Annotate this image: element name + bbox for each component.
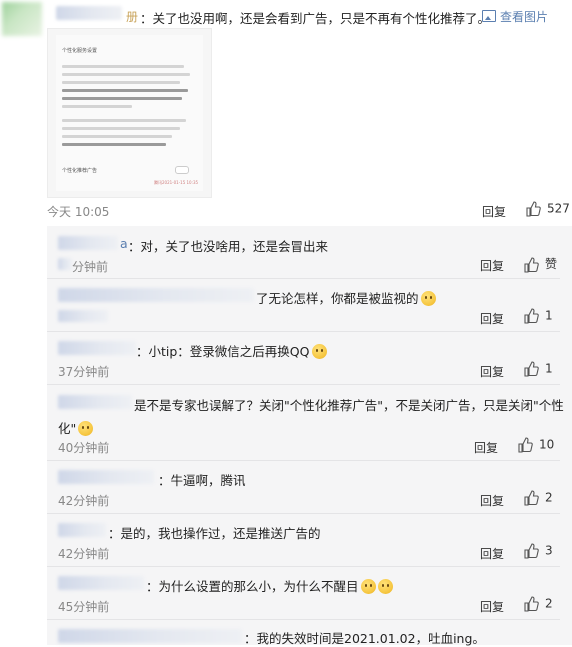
reply-text: ：我的失效时间是2021.01.02，吐血ing。: [244, 631, 485, 646]
smirk-emoji-icon: [420, 291, 436, 306]
like-count: 2: [545, 596, 553, 611]
like-count: 3: [545, 543, 553, 558]
image-icon: [482, 10, 496, 22]
divider: [47, 619, 560, 620]
reply-username-blurred[interactable]: [58, 629, 242, 643]
reply-text: 了无论怎样，你都是被监视的: [256, 288, 436, 307]
reply-time: 分钟前: [72, 260, 109, 274]
reply-button[interactable]: 回复: [480, 492, 504, 509]
like-count: 1: [545, 308, 553, 323]
like-button[interactable]: 2: [523, 596, 553, 612]
like-count: 2: [545, 490, 553, 505]
thumbs-up-icon: [524, 543, 539, 559]
reply-button[interactable]: 回复: [480, 257, 504, 274]
avatar[interactable]: [2, 2, 42, 36]
thumbs-up-icon: [518, 437, 533, 453]
screenshot-title: 个性化服务设置: [62, 48, 98, 54]
reply-time-blurred: [58, 258, 72, 270]
like-button[interactable]: 赞: [523, 255, 557, 273]
thumbs-up-icon: [524, 490, 539, 506]
reply-username-blurred[interactable]: [58, 341, 136, 355]
reply-time: 42分钟前: [58, 547, 110, 561]
reply-username-blurred[interactable]: [58, 523, 106, 537]
reply-time: 42分钟前: [58, 494, 110, 508]
reply-time: 37分钟前: [58, 365, 110, 379]
like-button[interactable]: 527: [525, 201, 570, 217]
like-count: 527: [547, 201, 570, 216]
like-button[interactable]: 1: [523, 308, 553, 324]
username-suffix[interactable]: 册: [126, 8, 138, 25]
divider: [47, 331, 560, 332]
username-blurred[interactable]: [56, 6, 122, 20]
reply-text: ：为什么设置的那么小，为什么不醒目: [146, 576, 393, 595]
reply-time: 45分钟前: [58, 600, 110, 614]
thumbs-up-icon: [524, 256, 539, 273]
view-image-label: 查看图片: [500, 10, 549, 24]
like-button[interactable]: 1: [523, 361, 553, 377]
view-image-link[interactable]: 查看图片: [482, 8, 548, 25]
comment-time: 今天 10:05: [47, 205, 110, 219]
comment-text: ：关了也没用啊，还是会看到广告，只是不再有个性化推荐了。: [140, 11, 491, 26]
settings-screenshot: 个性化服务设置 个性化推荐广告 腾讯2021-01-15 10:35: [56, 35, 203, 191]
like-count: 赞: [545, 257, 558, 271]
like-button[interactable]: 10: [517, 437, 554, 453]
reply-username-blurred[interactable]: [58, 288, 254, 302]
laughing-emoji-icon: [78, 421, 94, 436]
divider: [47, 384, 560, 385]
question-emoji-icon: [377, 579, 393, 594]
reply-username-blurred[interactable]: [58, 470, 154, 484]
like-count: 10: [539, 437, 555, 452]
screenshot-toggle: [175, 166, 189, 174]
reply-text: 是不是专家也误解了？关闭"个性化推荐广告"，不是关闭广告，只是关闭"个性: [134, 398, 564, 413]
divider: [47, 278, 560, 279]
thumbs-up-icon: [524, 308, 539, 324]
thumbs-up-icon: [524, 596, 539, 612]
smirk-emoji-icon: [311, 344, 327, 359]
screenshot-stamp: 腾讯2021-01-15 10:35: [154, 180, 199, 185]
reply-button[interactable]: 回复: [480, 545, 504, 562]
reply-time: 40分钟前: [58, 441, 110, 455]
like-count: 1: [545, 361, 553, 376]
reply-text: ：对，关了也没啥用，还是会冒出来: [128, 239, 329, 254]
like-button[interactable]: 2: [523, 490, 553, 506]
screenshot-toggle-label: 个性化推荐广告: [62, 168, 98, 174]
question-emoji-icon: [360, 579, 376, 594]
comment-image[interactable]: 个性化服务设置 个性化推荐广告 腾讯2021-01-15 10:35: [47, 28, 212, 198]
reply-button[interactable]: 回复: [482, 203, 506, 220]
reply-username-blurred[interactable]: [58, 395, 132, 409]
reply-text-line2: 化": [58, 418, 94, 437]
reply-username-blurred[interactable]: [58, 236, 118, 250]
like-button[interactable]: 3: [523, 543, 553, 559]
reply-text: ：小tip：登录微信之后再换QQ: [136, 341, 327, 360]
thumbs-up-icon: [526, 201, 541, 217]
divider: [47, 566, 560, 567]
reply-button[interactable]: 回复: [474, 439, 498, 456]
reply-username-suffix[interactable]: a: [120, 236, 128, 251]
divider: [47, 513, 560, 514]
divider: [47, 460, 560, 461]
reply-time-blurred: [58, 310, 108, 322]
reply-button[interactable]: 回复: [480, 363, 504, 380]
reply-text: ：是的，我也操作过，还是推送广告的: [108, 526, 321, 541]
thumbs-up-icon: [524, 361, 539, 377]
reply-text: ：牛逼啊，腾讯: [158, 473, 246, 488]
reply-button[interactable]: 回复: [480, 310, 504, 327]
reply-username-blurred[interactable]: [58, 576, 144, 590]
reply-button[interactable]: 回复: [480, 598, 504, 615]
